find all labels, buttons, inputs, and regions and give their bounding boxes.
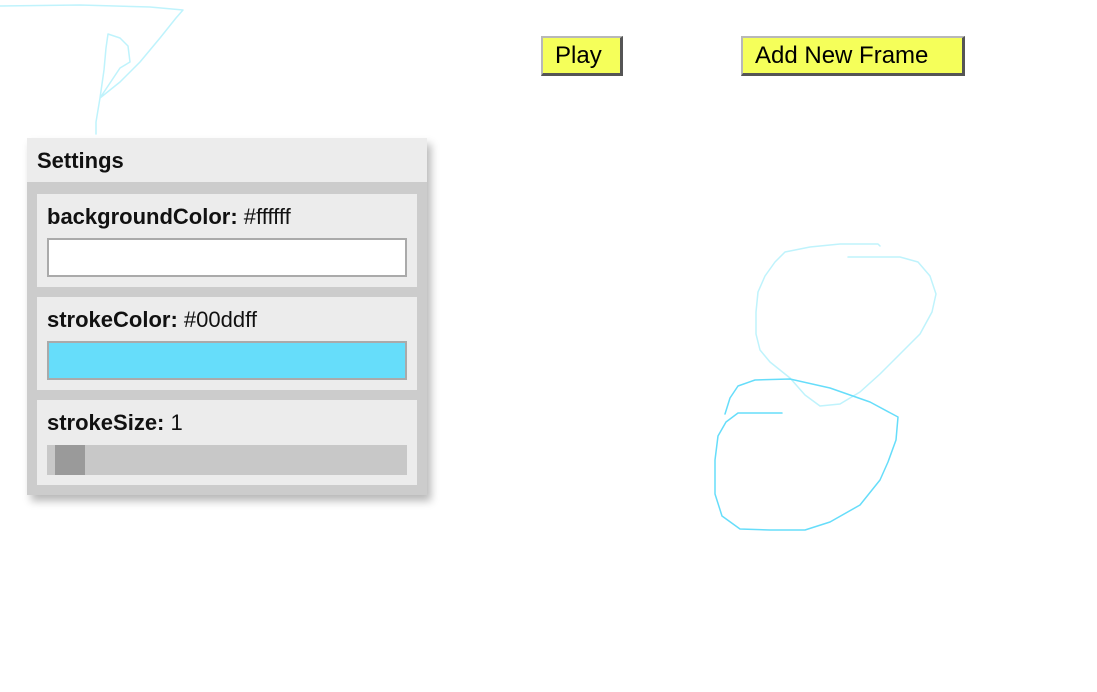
onion-skin-stroke-right <box>755 243 937 407</box>
play-button[interactable]: Play <box>541 36 623 76</box>
stroke-color-value: #00ddff <box>183 307 257 332</box>
current-frame-stroke <box>714 378 899 531</box>
stroke-size-slider[interactable] <box>47 445 407 475</box>
background-color-value: #ffffff <box>243 204 291 229</box>
background-color-input[interactable] <box>47 238 407 277</box>
setting-stroke-color: strokeColor: #00ddff <box>37 297 417 390</box>
setting-stroke-size: strokeSize: 1 <box>37 400 417 485</box>
background-color-key: backgroundColor: <box>47 204 238 229</box>
stroke-color-key: strokeColor: <box>47 307 178 332</box>
add-new-frame-button[interactable]: Add New Frame <box>741 36 965 76</box>
settings-title: Settings <box>27 138 427 184</box>
background-color-label: backgroundColor: #ffffff <box>47 204 407 230</box>
stroke-color-label: strokeColor: #00ddff <box>47 307 407 333</box>
stroke-size-label: strokeSize: 1 <box>47 410 407 436</box>
stroke-size-key: strokeSize: <box>47 410 165 435</box>
stroke-size-slider-thumb[interactable] <box>55 445 85 475</box>
settings-panel: Settings backgroundColor: #ffffff stroke… <box>27 138 427 495</box>
stroke-color-input[interactable] <box>47 341 407 380</box>
setting-background-color: backgroundColor: #ffffff <box>37 194 417 287</box>
stroke-size-value: 1 <box>170 410 183 435</box>
onion-skin-stroke-top-left <box>0 4 184 135</box>
